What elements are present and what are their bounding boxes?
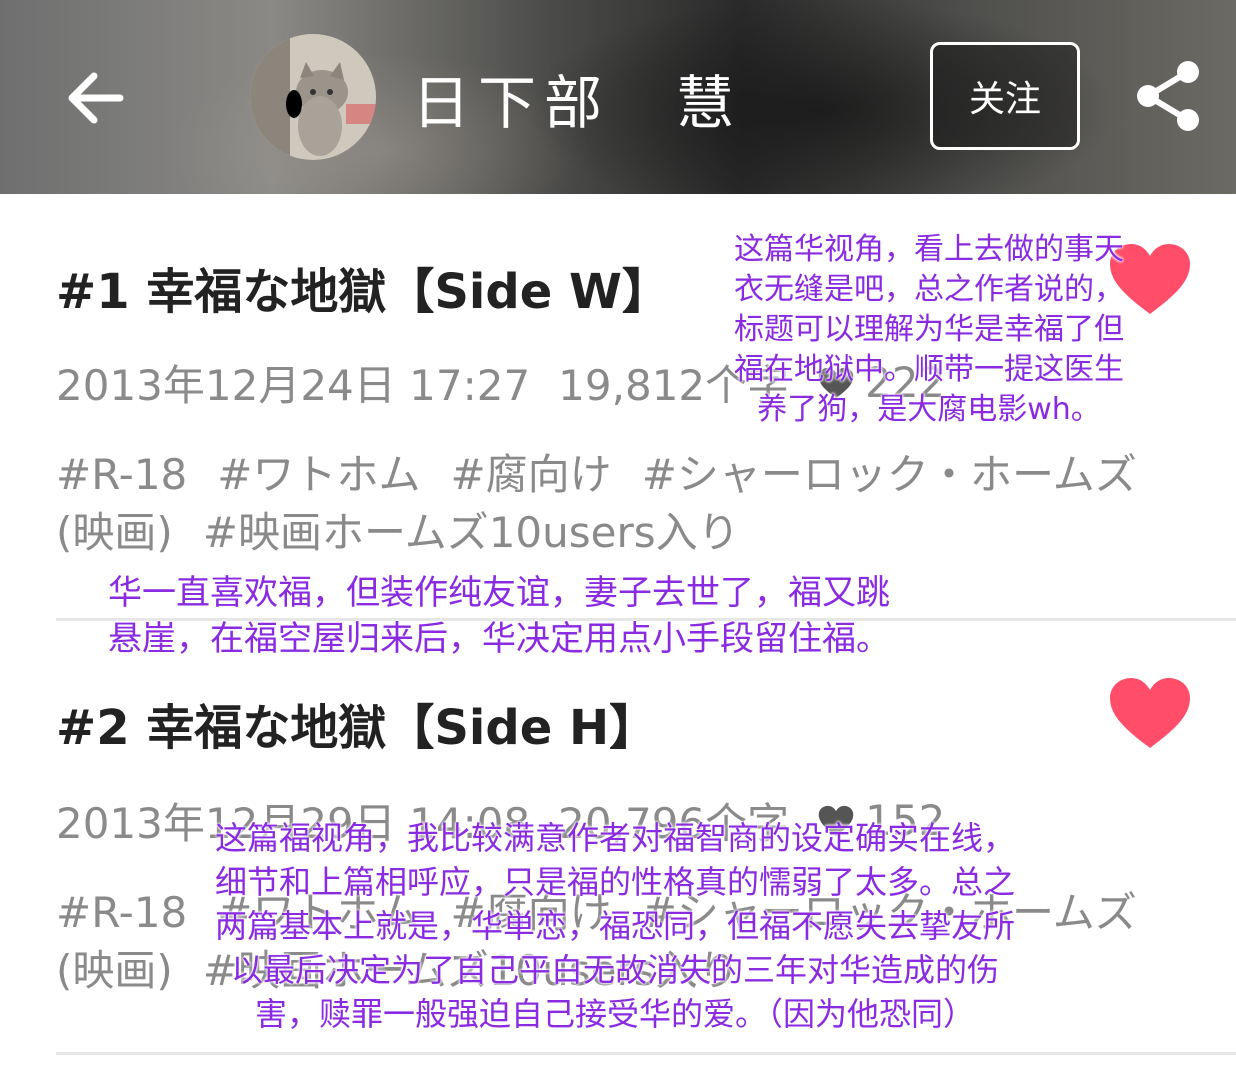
list-divider: [56, 1052, 1236, 1055]
arrow-left-icon: [68, 72, 124, 124]
app-root: 日下部 慧 关注 #1 幸福な地獄【Side W】 2013年12月24日 17…: [0, 0, 1236, 1072]
tag[interactable]: #映画ホームズ10users入り: [203, 508, 740, 557]
share-icon: [1137, 61, 1199, 131]
like-button[interactable]: [1106, 674, 1194, 752]
work-title[interactable]: #1 幸福な地獄【Side W】: [56, 252, 670, 322]
annotation-note: 华一直喜欢福，但装作纯友谊，妻子去世了，福又跳 悬崖，在福空屋归来后，华决定用点…: [108, 573, 890, 659]
annotation-note: 这篇福视角，我比较满意作者对福智商的设定确实在线， 细节和上篇相呼应，只是福的性…: [214, 819, 1015, 1033]
work-tags: #R-18 #ワトホム #腐向け #シャーロック・ホームズ(映画) #映画ホームズ10u…: [56, 446, 1176, 562]
work-title[interactable]: #2 幸福な地獄【Side H】: [56, 688, 657, 758]
tag[interactable]: #腐向け: [450, 450, 611, 499]
tag[interactable]: #R-18: [56, 450, 187, 499]
back-button[interactable]: [60, 62, 132, 134]
work-date: 2013年12月24日 17:27: [56, 361, 531, 410]
profile-header: 日下部 慧 关注: [0, 0, 1236, 194]
heart-icon: [1110, 678, 1190, 748]
user-name: 日下部 慧: [412, 69, 743, 137]
follow-button[interactable]: 关注: [930, 42, 1080, 150]
annotation-note: 这篇华视角，看上去做的事天 衣无缝是吧，总之作者说的， 标题可以理解为华是幸福了…: [734, 232, 1124, 427]
cat-photo-image: [250, 34, 376, 160]
tag[interactable]: #ワトホム: [217, 450, 420, 499]
share-button[interactable]: [1130, 58, 1206, 134]
avatar[interactable]: [250, 34, 376, 160]
